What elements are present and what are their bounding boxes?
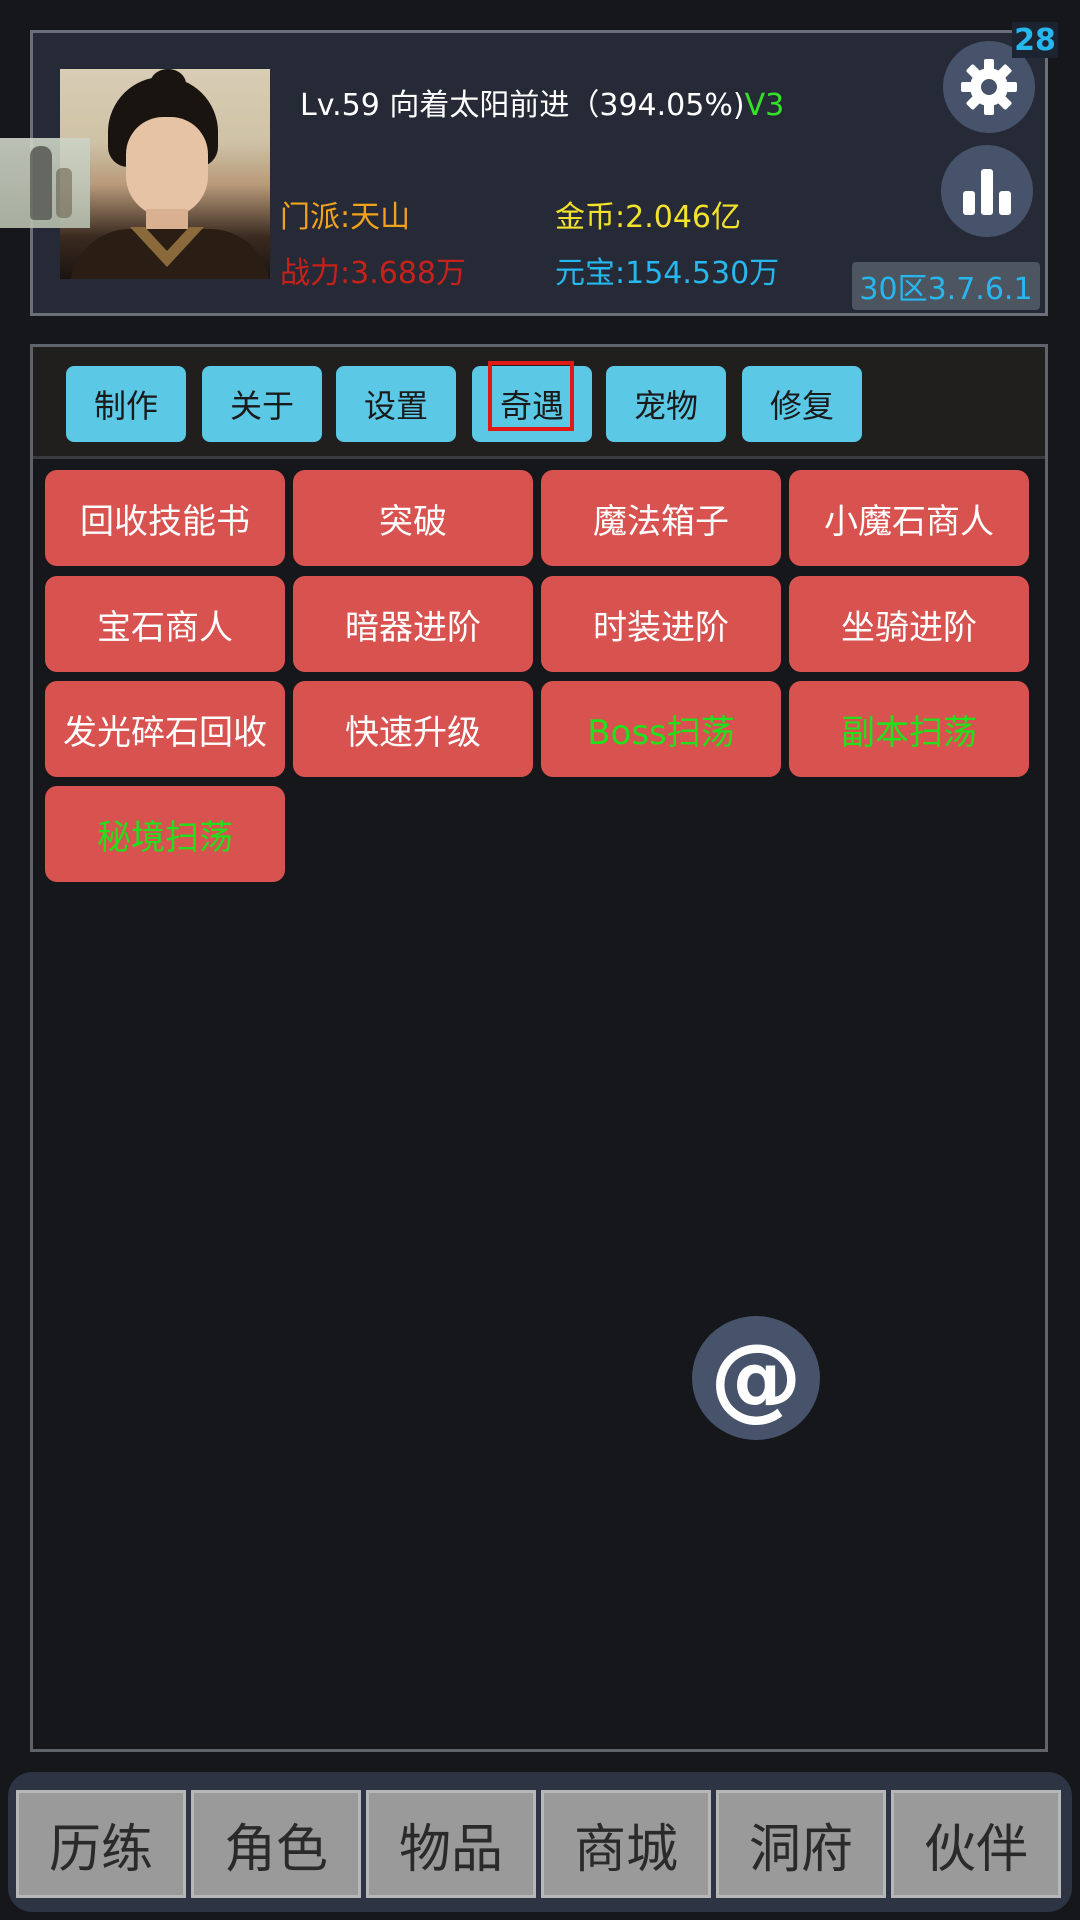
notification-badge: 28 [1012,22,1058,58]
at-icon: @ [710,1324,802,1431]
recycle-skill-book-button[interactable]: 回收技能书 [45,470,285,566]
level-text: Lv.59 向着太阳前进（394.05%) [300,88,745,123]
tab-settings[interactable]: 设置 [336,366,456,442]
glowing-gravel-recycle-button[interactable]: 发光碎石回收 [45,681,285,777]
nav-training[interactable]: 历练 [16,1790,186,1898]
ingot-stat: 元宝:154.530万 [555,256,780,291]
sect-stat: 门派:天山 [280,200,411,235]
boss-sweep-button[interactable]: Boss扫荡 [541,681,781,777]
hidden-weapon-advance-button[interactable]: 暗器进阶 [293,576,533,672]
breakthrough-button[interactable]: 突破 [293,470,533,566]
tab-pet[interactable]: 宠物 [606,366,726,442]
gold-stat: 金币:2.046亿 [555,200,741,235]
gear-icon [961,59,1017,115]
nav-character[interactable]: 角色 [191,1790,361,1898]
nav-items[interactable]: 物品 [366,1790,536,1898]
mount-advance-button[interactable]: 坐骑进阶 [789,576,1029,672]
tab-adventure[interactable]: 奇遇 [472,366,592,442]
gem-merchant-button[interactable]: 宝石商人 [45,576,285,672]
fashion-advance-button[interactable]: 时装进阶 [541,576,781,672]
ranking-button[interactable] [941,145,1033,237]
magic-box-button[interactable]: 魔法箱子 [541,470,781,566]
vip-level: V3 [744,88,785,123]
mention-floating-button[interactable]: @ [692,1316,820,1440]
quick-level-up-button[interactable]: 快速升级 [293,681,533,777]
power-stat: 战力:3.688万 [280,256,466,291]
dungeon-sweep-button[interactable]: 副本扫荡 [789,681,1029,777]
secret-realm-sweep-button[interactable]: 秘境扫荡 [45,786,285,882]
level-line: Lv.59 向着太阳前进（394.05%)V3 [300,80,784,124]
nav-partner[interactable]: 伙伴 [891,1790,1061,1898]
player-avatar[interactable] [60,69,270,279]
tab-repair[interactable]: 修复 [742,366,862,442]
bar-chart-icon [963,169,1011,215]
nav-cave[interactable]: 洞府 [716,1790,886,1898]
server-version-tag: 30区3.7.6.1 [852,262,1040,310]
small-magic-stone-merchant-button[interactable]: 小魔石商人 [789,470,1029,566]
tab-about[interactable]: 关于 [202,366,322,442]
nav-shop[interactable]: 商城 [541,1790,711,1898]
tab-make[interactable]: 制作 [66,366,186,442]
side-thumbnail[interactable] [0,138,90,228]
